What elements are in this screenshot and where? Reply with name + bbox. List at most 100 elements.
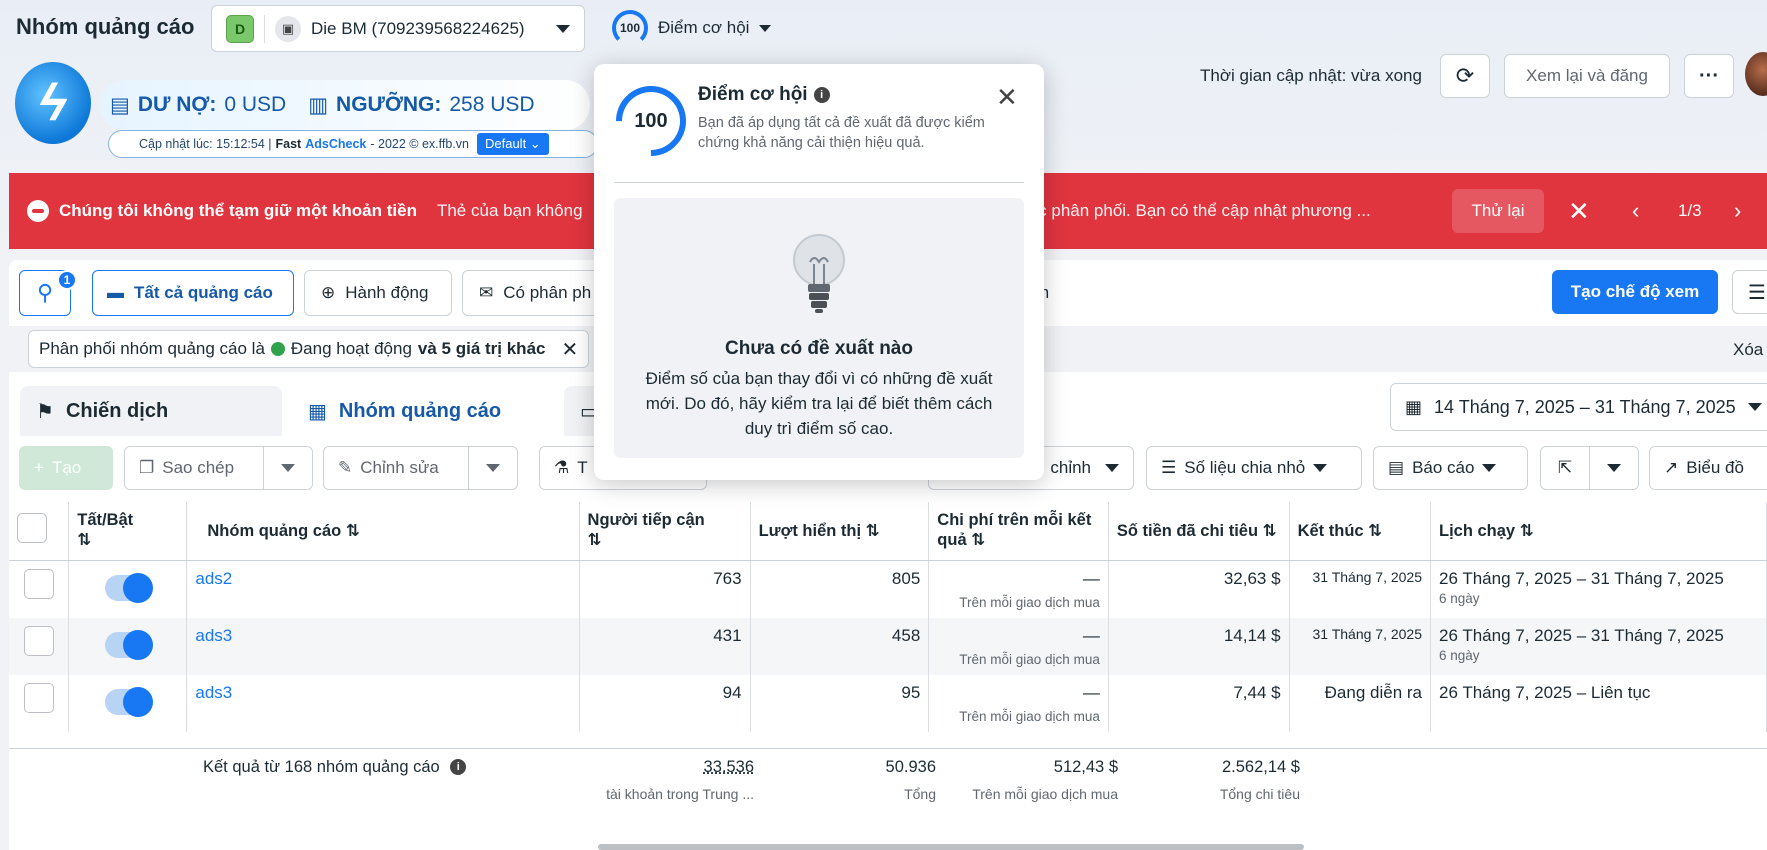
active-dot [270,342,285,356]
report-icon: ▤ [1388,458,1405,477]
row-select-cell [9,674,70,732]
tab-adsets[interactable]: ▦ Nhóm quảng cáo [292,386,554,436]
copy-icon: ❐ [139,458,155,477]
chevron-down-icon [556,24,570,33]
customize-label: chỉnh [1050,458,1091,477]
info-icon[interactable]: i [450,759,467,775]
breakdown-button[interactable]: ☰ Số liệu chia nhỏ [1146,446,1362,490]
col-label: Chi phí trên mỗi kết quả [937,511,1092,550]
opportunity-score-button[interactable]: 100 Điểm cơ hội [612,10,772,46]
toggle-cell [68,560,188,618]
schedule-cell: 26 Tháng 7, 2025 – 31 Tháng 7, 2025 6 ngà… [1430,560,1767,618]
col-reach[interactable]: Người tiếp cận ⇅ [579,502,751,561]
table-row[interactable]: ads3 431 458 — Trên mỗi giao dịch mua 14,… [9,617,1767,675]
close-icon[interactable]: ✕ [561,337,578,362]
footer-spent: 2.562,14 $ [1222,758,1300,776]
actions-button[interactable]: ⊕ Hành động [304,270,452,316]
grid-icon: ▦ [308,400,327,423]
schedule-value: 26 Tháng 7, 2025 – Liên tục [1439,682,1651,702]
schedule-value: 26 Tháng 7, 2025 – 31 Tháng 7, 2025 [1439,625,1724,645]
tab-campaigns[interactable]: ⚑ Chiến dịch [20,386,282,436]
reports-button[interactable]: ▤ Báo cáo [1373,446,1528,490]
review-publish-button[interactable]: Xem lại và đăng [1504,54,1670,98]
date-range-picker[interactable]: ▦ 14 Tháng 7, 2025 – 31 Tháng 7, 2025 [1390,383,1767,431]
create-view-button[interactable]: Tạo chế độ xem [1552,270,1718,314]
end-cell: 31 Tháng 7, 2025 [1289,560,1432,618]
select-all-checkbox[interactable] [17,513,47,544]
account-selector[interactable]: D ▣ Die BM (709239568224625) [211,5,585,52]
retry-button[interactable]: Thử lại [1452,189,1544,233]
reach-cell: 94 [579,674,751,732]
adset-toggle[interactable] [104,572,153,603]
row-checkbox[interactable] [23,682,54,713]
info-icon[interactable]: i [813,87,830,103]
name-cell: ads2 [186,560,580,618]
footer-label: Kết quả từ 168 nhóm quảng cáo i [203,758,467,777]
adset-toggle[interactable] [104,686,153,717]
close-icon[interactable]: ✕ [996,82,1018,113]
test-label: T [577,458,588,477]
create-button[interactable]: + Tạo [19,446,113,490]
chart-button[interactable]: ↗ Biểu đồ [1649,446,1767,490]
export-button[interactable]: ⇱ [1540,446,1590,490]
create-label: Tạo [51,458,82,477]
view-settings-button[interactable]: ☰ [1732,270,1767,314]
col-name[interactable]: Nhóm quảng cáo ⇅ [186,502,580,561]
adset-name-link[interactable]: ads3 [195,626,232,645]
col-end[interactable]: Kết thúc ⇅ [1289,502,1432,561]
chevron-down-icon [1747,403,1762,411]
cpr-cell: — Trên mỗi giao dịch mua [928,674,1109,732]
adset-name-link[interactable]: ads2 [195,569,232,588]
cpr-cell: — Trên mỗi giao dịch mua [928,560,1109,618]
more-button[interactable]: ··· [1684,54,1734,98]
footer-reach-sub: tài khoản trong Trung ... [606,786,754,802]
col-label: Người tiếp cận [587,511,705,530]
copy-dropdown[interactable] [263,446,313,490]
footer-impressions-sub: Tổng [904,786,936,802]
tab-label: Chiến dịch [65,399,169,422]
edit-dropdown[interactable] [468,446,518,490]
name-cell: ads3 [186,674,580,732]
chevron-left-icon[interactable]: ‹ [1632,198,1639,224]
table-row[interactable]: ads3 94 95 — Trên mỗi giao dịch mua 7,44 … [9,674,1767,732]
close-icon[interactable]: ✕ [1568,196,1590,227]
name-cell: ads3 [186,617,580,675]
cpr-value: — [1082,682,1100,702]
select-all-cell [9,502,70,561]
mode-select[interactable]: Default ⌄ [476,133,549,155]
clear-filters-link[interactable]: Xóa [1733,340,1763,360]
plus-icon: + [34,458,44,477]
all-ads-button[interactable]: ▬ Tất cả quảng cáo [92,270,294,316]
horizontal-scrollbar[interactable] [598,844,1304,850]
filter-status: Đang hoạt động [290,339,412,358]
col-label: Số tiền đã chi tiêu [1116,521,1259,540]
flag-icon: ⚑ [36,400,54,423]
page-title: Nhóm quảng cáo [16,14,195,39]
adset-name-link[interactable]: ads3 [195,683,232,702]
footer-reach: 33.536 [703,758,754,776]
col-cpr[interactable]: Chi phí trên mỗi kết quả ⇅ [928,502,1109,561]
col-toggle[interactable]: Tất/Bật ⇅ [68,502,188,561]
refresh-button[interactable]: ⟳ [1440,54,1490,98]
filter-suffix: và 5 giá trị khác [417,339,546,358]
edit-button[interactable]: ✎ Chỉnh sửa [323,446,469,490]
threshold-label: NGƯỠNG: [336,93,442,116]
col-impressions[interactable]: Lượt hiển thị ⇅ [750,502,930,561]
row-checkbox[interactable] [23,568,54,599]
threshold-value: 258 USD [449,93,535,116]
all-ads-label: Tất cả quảng cáo [134,283,273,302]
col-spent[interactable]: Số tiền đã chi tiêu ⇅ [1108,502,1290,561]
cpr-sub: Trên mỗi giao dịch mua [959,651,1100,667]
chevron-right-icon[interactable]: › [1734,198,1741,224]
row-checkbox[interactable] [23,625,54,656]
filter-chip[interactable]: Phân phối nhóm quảng cáo là Đang hoạt độ… [28,330,590,368]
envelope-icon: ✉ [479,283,494,302]
delivery-filter-button[interactable]: ✉ Có phân ph [462,270,612,316]
export-dropdown[interactable] [1589,446,1639,490]
adset-toggle[interactable] [104,629,153,660]
calendar-icon: ▦ [1405,396,1423,417]
col-schedule[interactable]: Lịch chạy ⇅ [1430,502,1767,561]
table-row[interactable]: ads2 763 805 — Trên mỗi giao dịch mua 32,… [9,560,1767,618]
copy-button[interactable]: ❐ Sao chép [124,446,264,490]
empty-state-title: Chưa có đề xuất nào [725,338,913,359]
